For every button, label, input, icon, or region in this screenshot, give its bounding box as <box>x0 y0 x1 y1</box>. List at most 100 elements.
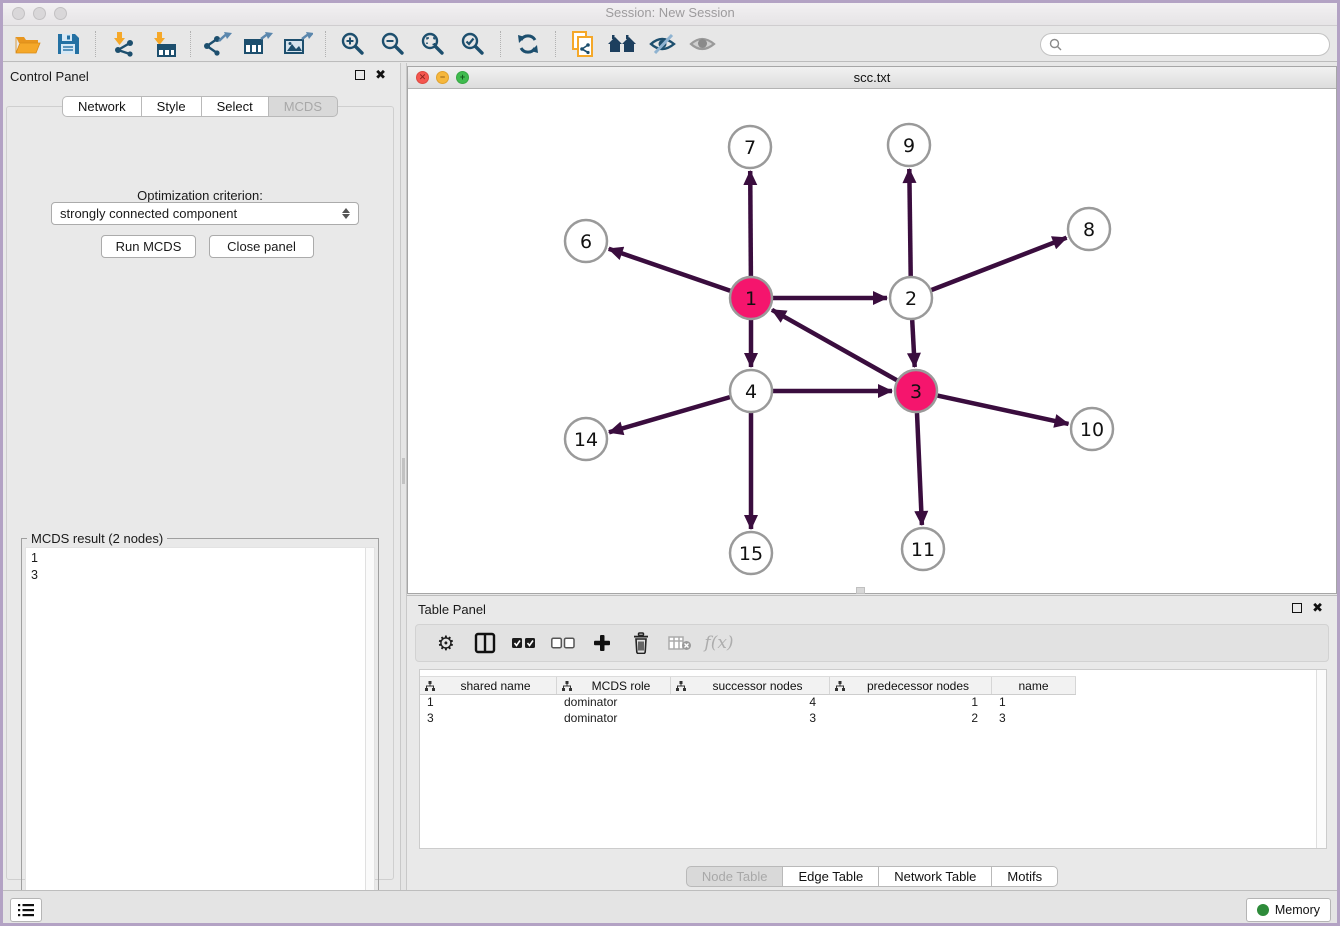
cell-successor-nodes[interactable]: 3 <box>671 711 830 727</box>
cell-name[interactable]: 3 <box>992 711 1076 727</box>
open-session-icon[interactable] <box>8 28 48 60</box>
select-all-rows-icon[interactable] <box>512 630 536 656</box>
export-network-icon[interactable] <box>198 28 238 60</box>
search-field[interactable] <box>1040 33 1330 56</box>
first-neighbors-icon[interactable] <box>603 28 643 60</box>
node-1[interactable]: 1 <box>730 277 772 319</box>
cell-shared-name[interactable]: 1 <box>420 695 557 711</box>
close-panel-button[interactable]: Close panel <box>209 235 314 258</box>
tab-edge-table[interactable]: Edge Table <box>782 866 878 887</box>
criterion-dropdown[interactable]: strongly connected component <box>51 202 359 225</box>
table-settings-gear-icon[interactable]: ⚙ <box>434 630 458 656</box>
table-panel-float-icon[interactable] <box>1292 603 1302 613</box>
save-session-icon[interactable] <box>48 28 88 60</box>
network-maximize-button[interactable]: + <box>456 71 469 84</box>
table-toolbar: ⚙ f(x) <box>415 624 1329 662</box>
horizontal-splitter-handle[interactable] <box>856 587 865 594</box>
tab-network-table[interactable]: Network Table <box>878 866 991 887</box>
splitter-grip[interactable] <box>402 458 405 484</box>
table-panel-close-icon[interactable]: ✖ <box>1312 603 1323 613</box>
cell-predecessor-nodes[interactable]: 2 <box>830 711 992 727</box>
memory-button[interactable]: Memory <box>1246 898 1331 922</box>
import-network-icon[interactable] <box>103 28 143 60</box>
edge-1-6[interactable] <box>609 249 731 291</box>
node-15[interactable]: 15 <box>730 532 772 574</box>
show-columns-icon[interactable] <box>473 630 497 656</box>
control-panel-close-icon[interactable]: ✖ <box>375 70 386 80</box>
tab-node-table[interactable]: Node Table <box>686 866 783 887</box>
node-4[interactable]: 4 <box>730 370 772 412</box>
window-close-button[interactable] <box>12 7 25 20</box>
edge-3-10[interactable] <box>938 396 1069 424</box>
column-header-successor-nodes[interactable]: successor nodes <box>671 677 830 694</box>
edge-1-7[interactable] <box>750 171 751 276</box>
table-body: 1dominator4113dominator323 <box>420 695 1076 727</box>
window-zoom-button[interactable] <box>54 7 67 20</box>
network-window-titlebar[interactable]: ✕ − + scc.txt <box>408 67 1336 89</box>
edge-2-3[interactable] <box>912 320 915 367</box>
svg-text:14: 14 <box>574 429 598 451</box>
window-minimize-button[interactable] <box>33 7 46 20</box>
table-row[interactable]: 1dominator411 <box>420 695 1076 711</box>
cell-successor-nodes[interactable]: 4 <box>671 695 830 711</box>
cell-mcds-role[interactable]: dominator <box>557 695 671 711</box>
network-canvas[interactable]: 1 2 3 4 6 7 8 9 10 11 14 15 <box>408 90 1336 593</box>
cell-shared-name[interactable]: 3 <box>420 711 557 727</box>
deselect-all-rows-icon[interactable] <box>551 630 575 656</box>
column-header-mcds-role[interactable]: MCDS role <box>557 677 671 694</box>
tab-mcds[interactable]: MCDS <box>268 96 338 117</box>
add-row-icon[interactable] <box>590 630 614 656</box>
tab-style[interactable]: Style <box>141 96 201 117</box>
search-input[interactable] <box>1067 38 1329 52</box>
node-7[interactable]: 7 <box>729 126 771 168</box>
table-scrollbar[interactable] <box>1316 670 1326 848</box>
network-graph[interactable]: 1 2 3 4 6 7 8 9 10 11 14 15 <box>408 90 1336 595</box>
edge-3-1[interactable] <box>772 310 897 380</box>
toolbar-separator <box>190 31 191 57</box>
network-minimize-button[interactable]: − <box>436 71 449 84</box>
node-8[interactable]: 8 <box>1068 208 1110 250</box>
edge-4-14[interactable] <box>609 397 730 432</box>
result-scrollbar[interactable] <box>365 548 374 908</box>
cell-predecessor-nodes[interactable]: 1 <box>830 695 992 711</box>
node-table[interactable]: shared nameMCDS rolesuccessor nodesprede… <box>419 669 1327 849</box>
node-3[interactable]: 3 <box>895 370 937 412</box>
edge-3-11[interactable] <box>917 413 922 525</box>
export-table-icon[interactable] <box>238 28 278 60</box>
column-header-name[interactable]: name <box>992 677 1076 694</box>
cell-mcds-role[interactable]: dominator <box>557 711 671 727</box>
clone-network-icon[interactable] <box>563 28 603 60</box>
table-row[interactable]: 3dominator323 <box>420 711 1076 727</box>
zoom-fit-icon[interactable] <box>413 28 453 60</box>
column-header-predecessor-nodes[interactable]: predecessor nodes <box>830 677 992 694</box>
edge-2-9[interactable] <box>909 169 910 276</box>
zoom-in-icon[interactable] <box>333 28 373 60</box>
node-10[interactable]: 10 <box>1071 408 1113 450</box>
export-image-icon[interactable] <box>278 28 318 60</box>
delete-row-trash-icon[interactable] <box>629 630 653 656</box>
node-6[interactable]: 6 <box>565 220 607 262</box>
tab-network[interactable]: Network <box>62 96 141 117</box>
cell-name[interactable]: 1 <box>992 695 1076 711</box>
run-mcds-button[interactable]: Run MCDS <box>101 235 196 258</box>
node-11[interactable]: 11 <box>902 528 944 570</box>
hide-selected-eye-slash-icon[interactable] <box>643 28 683 60</box>
show-all-eye-icon[interactable] <box>683 28 723 60</box>
column-header-shared-name[interactable]: shared name <box>420 677 557 694</box>
zoom-out-icon[interactable] <box>373 28 413 60</box>
node-14[interactable]: 14 <box>565 418 607 460</box>
zoom-selected-icon[interactable] <box>453 28 493 60</box>
edge-2-8[interactable] <box>932 238 1067 290</box>
tab-motifs[interactable]: Motifs <box>991 866 1058 887</box>
network-close-button[interactable]: ✕ <box>416 71 429 84</box>
function-builder-icon: f(x) <box>707 630 731 656</box>
mcds-result-textarea[interactable]: 1 3 <box>25 547 375 909</box>
task-history-button[interactable] <box>10 898 42 922</box>
node-2[interactable]: 2 <box>890 277 932 319</box>
control-panel-float-icon[interactable] <box>355 70 365 80</box>
tab-select[interactable]: Select <box>201 96 268 117</box>
refresh-icon[interactable] <box>508 28 548 60</box>
node-9[interactable]: 9 <box>888 124 930 166</box>
vertical-splitter[interactable] <box>400 63 407 890</box>
import-table-icon[interactable] <box>143 28 183 60</box>
